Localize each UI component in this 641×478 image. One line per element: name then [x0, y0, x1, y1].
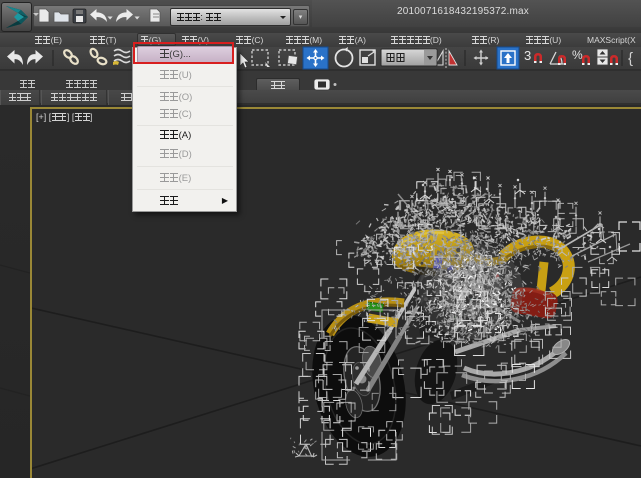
svg-text:{: { — [628, 50, 633, 67]
svg-text:%: % — [572, 48, 583, 62]
svg-text:3: 3 — [524, 48, 531, 63]
